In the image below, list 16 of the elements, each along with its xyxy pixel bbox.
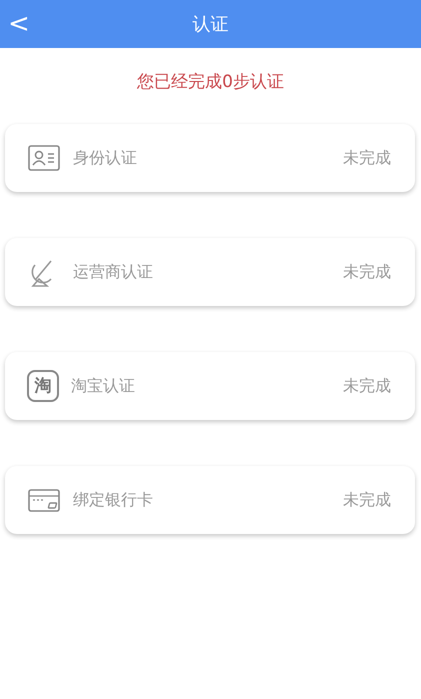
page-title: 认证 [192, 12, 228, 36]
status-text: 未完成 [343, 146, 391, 168]
status-text: 未完成 [343, 488, 391, 510]
auth-item-card[interactable]: 运营商认证 未完成 [5, 238, 415, 306]
taobao-icon: 淘 [27, 370, 59, 402]
item-label: 绑定银行卡 [73, 488, 153, 510]
item-label: 运营商认证 [73, 260, 153, 282]
item-label: 身份认证 [73, 146, 137, 168]
progress-text: 您已经完成0步认证 [136, 71, 285, 94]
auth-item-card[interactable]: 淘 淘宝认证 未完成 [5, 352, 415, 420]
status-text: 未完成 [343, 374, 391, 396]
status-text: 未完成 [343, 260, 391, 282]
item-label: 淘宝认证 [71, 374, 135, 396]
auth-item-card[interactable]: 绑定银行卡 未完成 [5, 466, 415, 534]
auth-item-card[interactable]: 身份认证 未完成 [5, 124, 415, 192]
back-button[interactable]: < [4, 0, 34, 48]
